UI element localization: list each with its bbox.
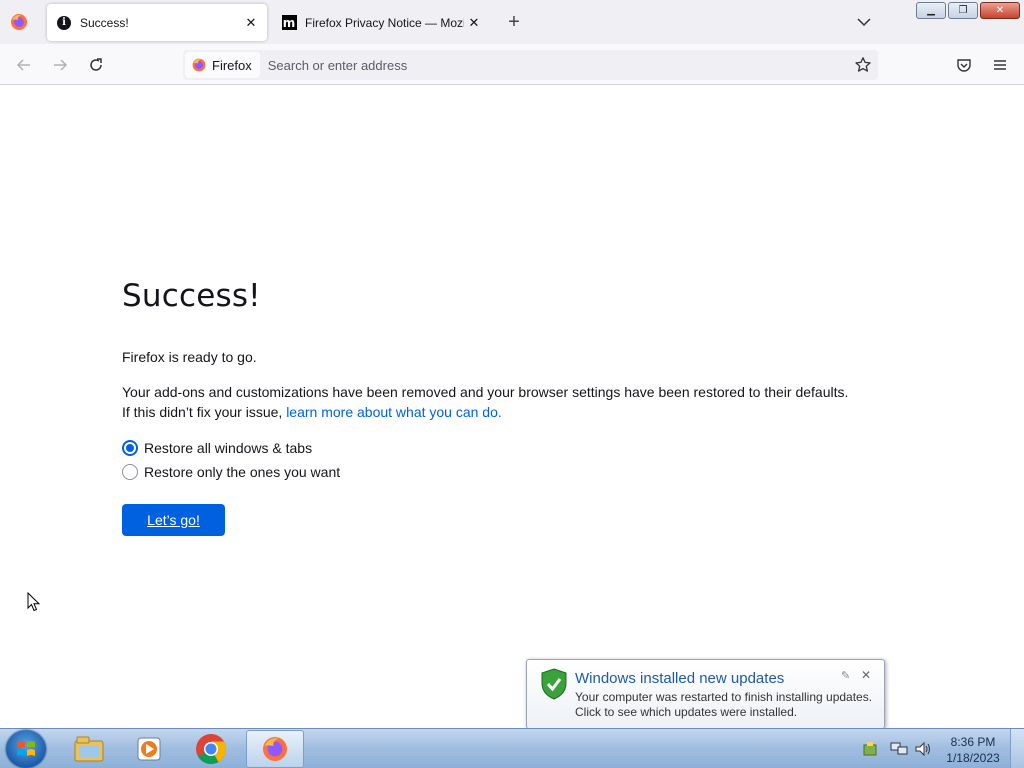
maximize-button[interactable]: ❐ xyxy=(948,2,978,19)
bookmark-star-icon[interactable] xyxy=(854,56,872,74)
close-icon[interactable]: ✕ xyxy=(861,668,871,682)
restore-options: Restore all windows & tabs Restore only … xyxy=(122,436,922,484)
show-desktop-button[interactable] xyxy=(1010,729,1024,768)
pocket-button[interactable] xyxy=(952,53,976,77)
firefox-icon xyxy=(192,58,206,72)
info-icon: i xyxy=(57,15,71,30)
folder-icon xyxy=(74,736,104,762)
ready-text: Firefox is ready to go. xyxy=(122,349,257,365)
reset-success-page: Success! Firefox is ready to go. Your ad… xyxy=(122,278,922,536)
close-tab-icon[interactable]: ✕ xyxy=(241,13,261,33)
option-label: Restore all windows & tabs xyxy=(144,440,313,456)
start-button[interactable] xyxy=(6,730,46,768)
radio-checked[interactable] xyxy=(122,440,138,456)
notification-line: Your computer was restarted to finish in… xyxy=(575,690,873,704)
description-text: Your add-ons and customizations have bee… xyxy=(122,384,849,400)
pocket-icon xyxy=(957,59,971,72)
taskbar: 8:36 PM 1/18/2023 xyxy=(0,728,1024,768)
issue-prefix: If this didn’t fix your issue, xyxy=(122,404,283,420)
chrome-taskbar-button[interactable] xyxy=(182,730,240,768)
chevron-down-icon[interactable] xyxy=(854,12,874,32)
notification-line: Click to see which updates were installe… xyxy=(575,705,798,719)
tab-strip: i Success! ✕ m Firefox Privacy Notice — … xyxy=(0,0,1024,44)
identity-box[interactable]: Firefox xyxy=(185,52,260,78)
clock-time: 8:36 PM xyxy=(950,735,996,749)
options-wrench-icon[interactable]: ✎ xyxy=(841,669,850,682)
tab-privacy-notice[interactable]: m Firefox Privacy Notice — Mozilla ✕ xyxy=(272,4,490,41)
windows-logo-icon xyxy=(17,741,35,756)
lets-go-button[interactable]: Let’s go! xyxy=(122,504,225,536)
back-button[interactable] xyxy=(12,53,36,77)
page-title: Success! xyxy=(122,278,261,314)
clock-date: 1/18/2023 xyxy=(946,751,1000,765)
close-window-button[interactable]: ✕ xyxy=(980,2,1020,19)
reload-button[interactable] xyxy=(84,53,108,77)
firefox-icon[interactable] xyxy=(9,12,29,32)
back-arrow-icon xyxy=(16,59,30,71)
address-bar[interactable]: Firefox xyxy=(183,50,878,80)
option-label: Restore only the ones you want xyxy=(144,464,341,480)
restore-some-option[interactable]: Restore only the ones you want xyxy=(122,460,922,484)
firefox-taskbar-button[interactable] xyxy=(246,730,304,768)
security-shield-icon xyxy=(541,668,567,700)
new-tab-icon[interactable]: + xyxy=(503,11,525,33)
close-tab-icon[interactable]: ✕ xyxy=(464,13,484,33)
mozilla-icon: m xyxy=(281,15,297,30)
notification-body: Your computer was restarted to finish in… xyxy=(575,690,872,720)
navigation-toolbar: Firefox xyxy=(0,44,1024,85)
explorer-taskbar-button[interactable] xyxy=(60,730,118,768)
menu-button[interactable] xyxy=(988,53,1012,77)
forward-arrow-icon xyxy=(54,59,68,71)
minimize-button[interactable]: ▁ xyxy=(916,2,946,19)
learn-more-link[interactable]: learn more about what you can do. xyxy=(286,404,502,420)
notification-title: Windows installed new updates xyxy=(575,670,785,687)
tab-title: Firefox Privacy Notice — Mozilla xyxy=(305,15,464,30)
chrome-icon xyxy=(196,734,227,765)
firefox-icon xyxy=(263,737,287,761)
system-clock[interactable]: 8:36 PM 1/18/2023 xyxy=(938,734,1008,766)
forward-button[interactable] xyxy=(48,53,72,77)
identity-label: Firefox xyxy=(212,57,252,73)
mouse-cursor-icon xyxy=(27,592,41,612)
restore-all-option[interactable]: Restore all windows & tabs xyxy=(122,436,922,460)
action-center-flag-icon[interactable] xyxy=(862,741,878,757)
window-controls: ▁ ❐ ✕ xyxy=(916,2,1020,19)
volume-icon[interactable] xyxy=(914,741,932,757)
media-player-icon xyxy=(137,737,161,761)
windows-update-notification[interactable]: Windows installed new updates Your compu… xyxy=(526,659,885,741)
tab-title: Success! xyxy=(80,15,129,30)
description: Your add-ons and customizations have bee… xyxy=(122,382,922,422)
hamburger-menu-icon xyxy=(994,60,1006,70)
media-player-taskbar-button[interactable] xyxy=(120,730,178,768)
tab-success[interactable]: i Success! ✕ xyxy=(47,4,267,41)
url-input[interactable] xyxy=(267,57,838,73)
network-icon[interactable] xyxy=(890,741,908,757)
radio-unchecked[interactable] xyxy=(122,464,138,480)
reload-icon xyxy=(90,58,102,71)
